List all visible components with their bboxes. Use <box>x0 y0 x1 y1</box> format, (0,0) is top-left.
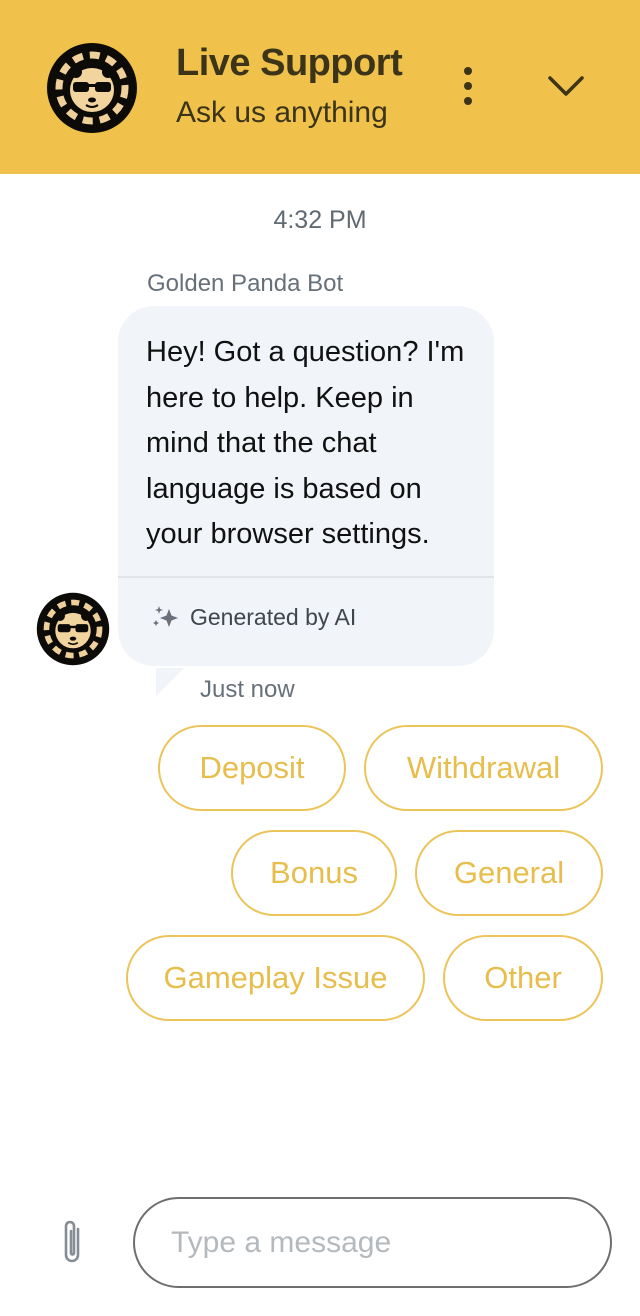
bubble-divider <box>118 576 494 578</box>
conversation-timestamp: 4:32 PM <box>273 206 367 234</box>
attach-file-button[interactable] <box>54 1216 90 1268</box>
header-subtitle: Ask us anything <box>176 96 388 129</box>
collapse-chat-button[interactable] <box>540 64 592 108</box>
ai-badge-label: Generated by AI <box>190 604 357 630</box>
bot-message-bubble: Hey! Got a question? I'm here to help. K… <box>118 306 494 666</box>
message-input[interactable] <box>133 1197 612 1288</box>
quick-reply-bonus[interactable]: Bonus <box>231 830 397 916</box>
header-title: Live Support <box>176 42 403 84</box>
more-vertical-icon <box>464 67 472 105</box>
quick-reply-general[interactable]: General <box>415 830 603 916</box>
paperclip-icon <box>64 1220 80 1263</box>
quick-reply-withdrawal[interactable]: Withdrawal <box>364 725 603 811</box>
bot-avatar-icon <box>36 592 110 666</box>
panda-logo-icon <box>46 42 138 134</box>
sparkles-icon <box>153 605 178 627</box>
chevron-down-icon <box>548 76 584 96</box>
more-options-button[interactable] <box>452 62 484 110</box>
quick-reply-deposit[interactable]: Deposit <box>158 725 346 811</box>
message-time: Just now <box>200 676 295 703</box>
message-text: Hey! Got a question? I'm here to help. K… <box>146 336 465 550</box>
bubble-tail <box>156 668 184 696</box>
chat-header: Live Support Ask us anything <box>0 0 640 174</box>
quick-reply-gameplay-issue[interactable]: Gameplay Issue <box>126 935 425 1021</box>
sender-name: Golden Panda Bot <box>147 270 344 297</box>
ai-generated-badge: Generated by AI <box>152 604 356 631</box>
quick-reply-other[interactable]: Other <box>443 935 603 1021</box>
